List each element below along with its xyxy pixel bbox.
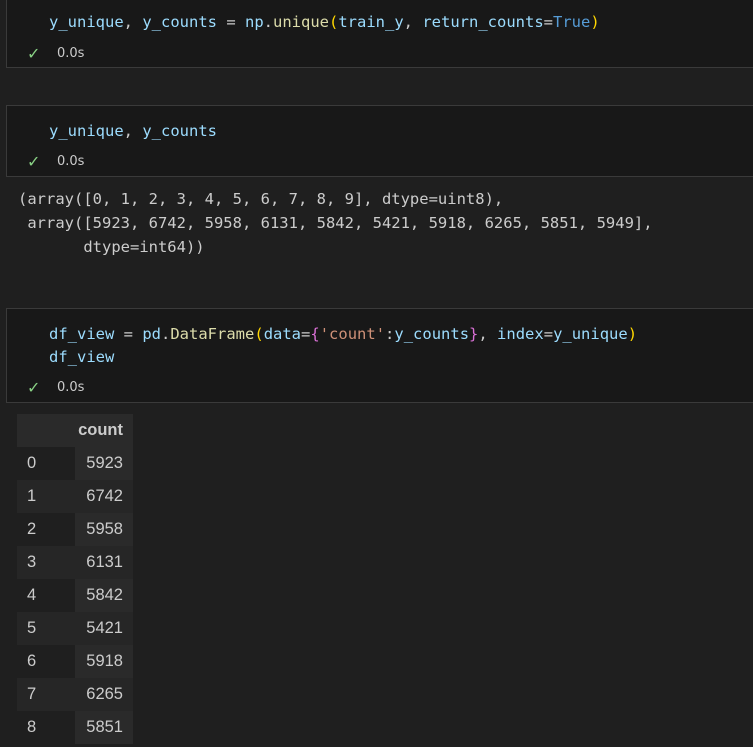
code-token: y_unique: [553, 325, 628, 343]
code-editor[interactable]: y_unique, y_counts: [49, 120, 217, 143]
code-token: pd: [142, 325, 161, 343]
execution-time: 0.0s: [57, 380, 85, 395]
cell-value: 6131: [86, 553, 123, 571]
table-row: 0 5923: [17, 447, 133, 480]
cell-value: 5918: [75, 645, 133, 678]
code-token: ,: [478, 325, 498, 343]
code-token: df_view: [49, 325, 115, 343]
code-token: ): [627, 325, 638, 343]
index-header: [17, 414, 75, 447]
check-icon: ✓: [27, 44, 41, 63]
code-token: True: [553, 13, 591, 31]
cell-status: ✓ 0.0s: [27, 44, 84, 63]
table-row: 5 5421: [17, 612, 133, 645]
code-token: {: [310, 325, 320, 343]
code-token: y_counts: [142, 122, 217, 140]
dataframe-output: count 0 5923 1 6742 2 5958 3 6131 4 5842 5 542…: [17, 414, 133, 744]
code-token: =: [543, 325, 554, 343]
cell-value: 5851: [75, 711, 133, 744]
cell-value: 5958: [75, 513, 133, 546]
code-token: ,: [123, 13, 143, 31]
code-line: df_view: [49, 346, 637, 369]
code-token: =: [114, 325, 143, 343]
row-index: 1: [27, 487, 37, 505]
code-token: (: [254, 325, 264, 343]
row-index: 6: [27, 652, 37, 670]
output-line: dtype=int64)): [18, 238, 205, 256]
cell-status: ✓ 0.0s: [27, 152, 84, 171]
code-token: 'count': [319, 325, 386, 343]
code-cell-3[interactable]: df_view = pd.DataFrame(data={'count':y_c…: [6, 308, 753, 403]
code-token: index: [497, 325, 544, 343]
code-token: =: [216, 13, 245, 31]
execution-time: 0.0s: [57, 154, 85, 169]
code-token: y_counts: [394, 325, 470, 343]
code-editor[interactable]: y_unique, y_counts = np.unique(train_y, …: [49, 11, 600, 34]
code-editor[interactable]: df_view = pd.DataFrame(data={'count':y_c…: [49, 323, 637, 369]
code-token: }: [469, 325, 479, 343]
code-token: y_unique: [49, 122, 124, 140]
code-line: df_view = pd.DataFrame(data={'count':y_c…: [49, 323, 637, 346]
cell-value: 5421: [86, 619, 123, 637]
code-token: train_y: [338, 13, 404, 31]
check-icon: ✓: [27, 378, 41, 397]
cell-value: 6265: [86, 685, 123, 703]
code-token: ,: [123, 122, 143, 140]
output-line: (array([0, 1, 2, 3, 4, 5, 6, 7, 8, 9], d…: [18, 190, 504, 208]
row-index: 5: [27, 619, 37, 637]
code-token: y_counts: [142, 13, 217, 31]
code-token: np: [244, 13, 264, 31]
code-token: .: [263, 13, 273, 31]
table-row: 8 5851: [17, 711, 133, 744]
cell-value: 5842: [75, 579, 133, 612]
cell-value: 5923: [75, 447, 133, 480]
code-token: .: [161, 325, 171, 343]
table-row: 1 6742: [17, 480, 133, 513]
code-token: =: [543, 13, 554, 31]
code-token: DataFrame: [170, 325, 255, 343]
row-index: 8: [27, 718, 37, 736]
cell-value: 6742: [86, 487, 123, 505]
code-cell-2[interactable]: y_unique, y_counts ✓ 0.0s: [6, 105, 753, 177]
code-token: unique: [273, 13, 329, 31]
code-token: data: [263, 325, 302, 343]
row-index: 7: [27, 685, 37, 703]
row-index: 3: [27, 553, 37, 571]
table-row: 4 5842: [17, 579, 133, 612]
code-token: =: [301, 325, 311, 343]
code-token: df_view: [49, 348, 115, 366]
table-row: 7 6265: [17, 678, 133, 711]
code-cell-1[interactable]: y_unique, y_counts = np.unique(train_y, …: [6, 0, 753, 68]
table-row: 2 5958: [17, 513, 133, 546]
cell-output: (array([0, 1, 2, 3, 4, 5, 6, 7, 8, 9], d…: [18, 187, 653, 259]
row-index: 0: [27, 454, 37, 472]
code-token: (: [329, 13, 339, 31]
code-token: return_counts: [422, 13, 544, 31]
check-icon: ✓: [27, 152, 41, 171]
code-token: ): [590, 13, 600, 31]
cell-status: ✓ 0.0s: [27, 378, 84, 397]
column-header: count: [75, 414, 133, 447]
code-token: y_unique: [49, 13, 124, 31]
row-index: 4: [27, 586, 37, 604]
dataframe-header-row: count: [17, 414, 133, 447]
table-row: 3 6131: [17, 546, 133, 579]
table-row: 6 5918: [17, 645, 133, 678]
execution-time: 0.0s: [57, 46, 85, 61]
row-index: 2: [27, 520, 37, 538]
code-token: ,: [403, 13, 423, 31]
output-line: array([5923, 6742, 5958, 6131, 5842, 542…: [18, 214, 653, 232]
code-token: :: [385, 325, 395, 343]
